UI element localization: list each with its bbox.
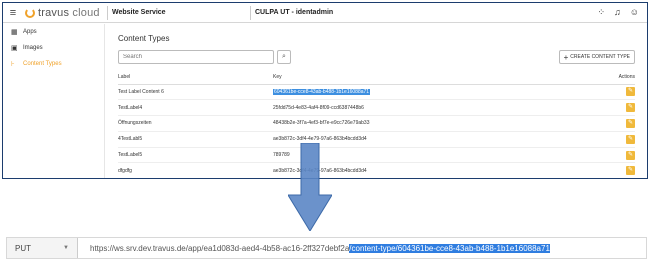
- account-icon[interactable]: ☺: [630, 7, 639, 18]
- row-key[interactable]: 604361be-cce8-43ab-b488-1b1e16088a71: [273, 84, 583, 101]
- edit-icon[interactable]: ✎: [626, 150, 635, 160]
- table-row[interactable]: TestLabel4 25fdd75d-4e83-4af4-8f09-ccd63…: [118, 99, 635, 117]
- apps-grid-icon[interactable]: ⁘: [598, 7, 606, 18]
- topbar-divider: [107, 5, 108, 20]
- edit-icon[interactable]: ✎: [626, 118, 635, 128]
- column-header-label: Label: [118, 70, 273, 85]
- row-label: Test Label Content 6: [118, 84, 273, 101]
- logo[interactable]: travus cloud: [25, 7, 107, 19]
- edit-icon[interactable]: ✎: [626, 166, 635, 176]
- create-button-label: CREATE CONTENT TYPE: [570, 54, 630, 60]
- url-divider: [77, 238, 78, 258]
- sidebar-item-content-types[interactable]: ⊦ Content Types: [3, 56, 104, 72]
- row-label: dfgdfg: [118, 162, 273, 178]
- sidebar-item-label: Content Types: [23, 61, 62, 67]
- top-bar: ≡ travus cloud Website Service CULPA UT …: [3, 3, 647, 23]
- row-label: TestLabel4: [118, 99, 273, 117]
- row-key: 25fdd75d-4e83-4af4-8f09-ccd6387448b6: [273, 99, 583, 117]
- table-row[interactable]: TestLabel5 789789 ✎: [118, 147, 635, 164]
- sidebar-item-images[interactable]: ▣ Images: [3, 40, 104, 56]
- table-header: Label Key Actions: [118, 70, 635, 85]
- search-row: ⌕ + CREATE CONTENT TYPE: [118, 50, 635, 64]
- edit-icon[interactable]: ✎: [626, 87, 635, 97]
- row-label: TestLabel5: [118, 147, 273, 164]
- column-header-key: Key: [273, 70, 583, 85]
- content-types-icon: ⊦: [11, 61, 15, 68]
- image-icon: ▣: [11, 45, 18, 52]
- selected-key-text: 604361be-cce8-43ab-b488-1b1e16088a71: [273, 88, 371, 95]
- service-name: Website Service: [112, 9, 166, 16]
- sidebar-item-apps[interactable]: ▦ Apps: [3, 24, 104, 40]
- down-arrow-icon: [288, 143, 332, 231]
- topbar-divider: [250, 5, 251, 20]
- hamburger-icon[interactable]: ≡: [3, 7, 23, 19]
- search-input[interactable]: [118, 50, 274, 64]
- url-base: https://ws.srv.dev.travus.de/app/ea1d083…: [90, 243, 350, 253]
- row-label: 4TestLabl5: [118, 131, 273, 148]
- apps-icon: ▦: [11, 29, 18, 36]
- sidebar-item-label: Apps: [23, 29, 37, 35]
- chevron-down-icon: ▼: [63, 245, 69, 251]
- page-title: Content Types: [118, 34, 170, 43]
- environment-name: CULPA UT - identadmin: [255, 9, 334, 16]
- search-icon[interactable]: ⌕: [277, 50, 291, 64]
- edit-icon[interactable]: ✎: [626, 134, 635, 144]
- http-method-select[interactable]: PUT ▼: [7, 238, 77, 258]
- table-row[interactable]: Öffnungszeiten 48438b2e-3f7a-4ef3-bf7e-e…: [118, 115, 635, 132]
- row-key: 48438b2e-3f7a-4ef3-bf7e-e9cc726e79ab33: [273, 115, 583, 132]
- row-label: Öffnungszeiten: [118, 115, 273, 132]
- content-types-table: Label Key Actions Test Label Content 6 6…: [118, 70, 635, 178]
- table-row[interactable]: 4TestLabl5 ae3b872c-3df4-4e79-97a6-863b4…: [118, 131, 635, 148]
- request-bar: PUT ▼ https://ws.srv.dev.travus.de/app/e…: [6, 237, 647, 259]
- topbar-icons: ⁘ ♫ ☺: [598, 7, 640, 18]
- create-content-type-button[interactable]: + CREATE CONTENT TYPE: [558, 50, 635, 64]
- url-highlighted-path: /content-type/604361be-cce8-43ab-b488-1b…: [349, 243, 550, 253]
- logo-mark-icon: [25, 7, 35, 18]
- http-method-value: PUT: [15, 243, 31, 253]
- sidebar-item-label: Images: [23, 45, 43, 51]
- table-row[interactable]: Test Label Content 6 604361be-cce8-43ab-…: [118, 84, 635, 101]
- request-url-field[interactable]: https://ws.srv.dev.travus.de/app/ea1d083…: [90, 243, 550, 253]
- main-content: Content Types ⌕ + CREATE CONTENT TYPE La…: [118, 24, 635, 178]
- sidebar: ▦ Apps ▣ Images ⊦ Content Types: [3, 24, 105, 178]
- edit-icon[interactable]: ✎: [626, 103, 635, 113]
- table-row[interactable]: dfgdfg ae3b872c-3df4-4e79-97a6-863b4bcdd…: [118, 162, 635, 178]
- plus-icon: +: [563, 52, 569, 62]
- logo-text: travus cloud: [38, 6, 100, 19]
- column-header-actions: Actions: [582, 70, 635, 85]
- bell-icon[interactable]: ♫: [614, 7, 621, 18]
